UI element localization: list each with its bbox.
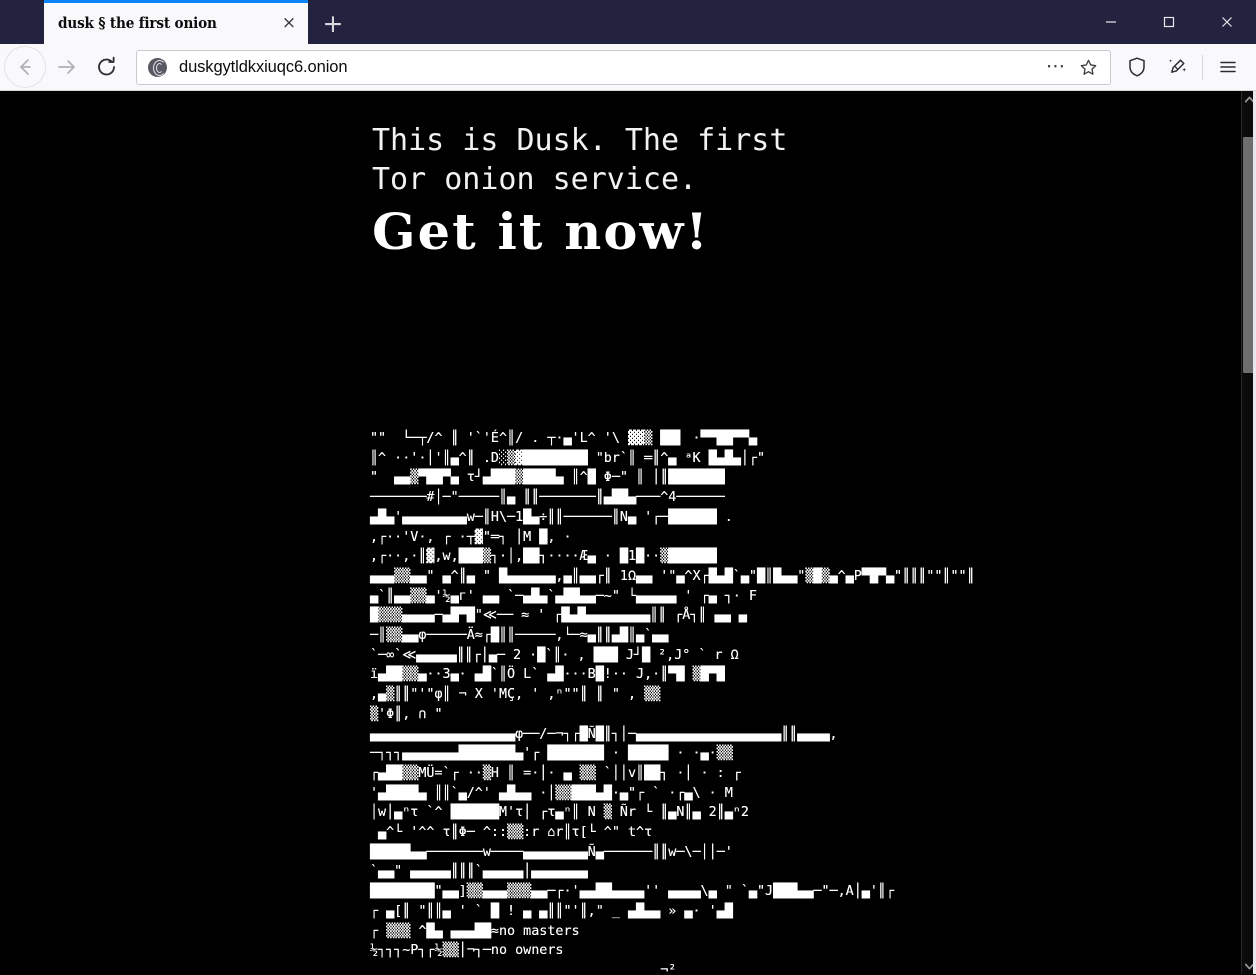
- url-text[interactable]: duskgytldkxiuqc6.onion: [179, 58, 1040, 77]
- reload-button[interactable]: [86, 47, 126, 87]
- window-titlebar: dusk § the first onion × +: [0, 0, 1256, 44]
- new-tab-button[interactable]: +: [314, 4, 352, 42]
- tab-title: dusk § the first onion: [58, 15, 217, 32]
- hero-block: This is Dusk. The first Tor onion servic…: [372, 121, 1152, 263]
- hero-heading-line-1: This is Dusk. The first: [372, 123, 788, 158]
- get-it-now-link[interactable]: Get it now!: [372, 201, 1168, 263]
- browser-toolbar: duskgytldkxiuqc6.onion ⋯: [0, 44, 1256, 91]
- browser-tab-active[interactable]: dusk § the first onion ×: [44, 3, 308, 44]
- close-window-icon[interactable]: [1198, 0, 1256, 44]
- ellipsis-icon: ⋯: [1046, 55, 1066, 78]
- back-button[interactable]: [4, 46, 46, 88]
- hamburger-menu-icon: [1220, 61, 1236, 73]
- forward-button[interactable]: [46, 47, 86, 87]
- shield-icon: [1129, 57, 1145, 77]
- page-viewport: This is Dusk. The first Tor onion servic…: [0, 91, 1256, 974]
- new-identity-cleaner-button[interactable]: [1157, 47, 1197, 87]
- maximize-icon[interactable]: [1140, 0, 1198, 44]
- window-controls: [1082, 0, 1256, 44]
- ascii-art-block: "" └─┬/^ ║ '`'É^║/ . ┬·▄'L^ '\ ▓▓▒ ██▌ ·…: [370, 431, 975, 974]
- address-bar[interactable]: duskgytldkxiuqc6.onion ⋯: [136, 49, 1111, 85]
- close-tab-icon[interactable]: ×: [276, 11, 302, 37]
- minimize-icon[interactable]: [1082, 0, 1140, 44]
- app-menu-button[interactable]: [1208, 47, 1248, 87]
- star-icon: [1080, 59, 1096, 75]
- hero-heading-line-2: Tor onion service.: [372, 162, 698, 197]
- page-actions-button[interactable]: ⋯: [1040, 52, 1072, 82]
- toolbar-separator: [1202, 54, 1203, 80]
- bookmark-button[interactable]: [1072, 52, 1104, 82]
- broom-sparkle-icon: [1169, 59, 1187, 73]
- onion-site-icon: [148, 57, 167, 77]
- tracking-protection-button[interactable]: [1117, 47, 1157, 87]
- onion-page: This is Dusk. The first Tor onion servic…: [0, 91, 1241, 974]
